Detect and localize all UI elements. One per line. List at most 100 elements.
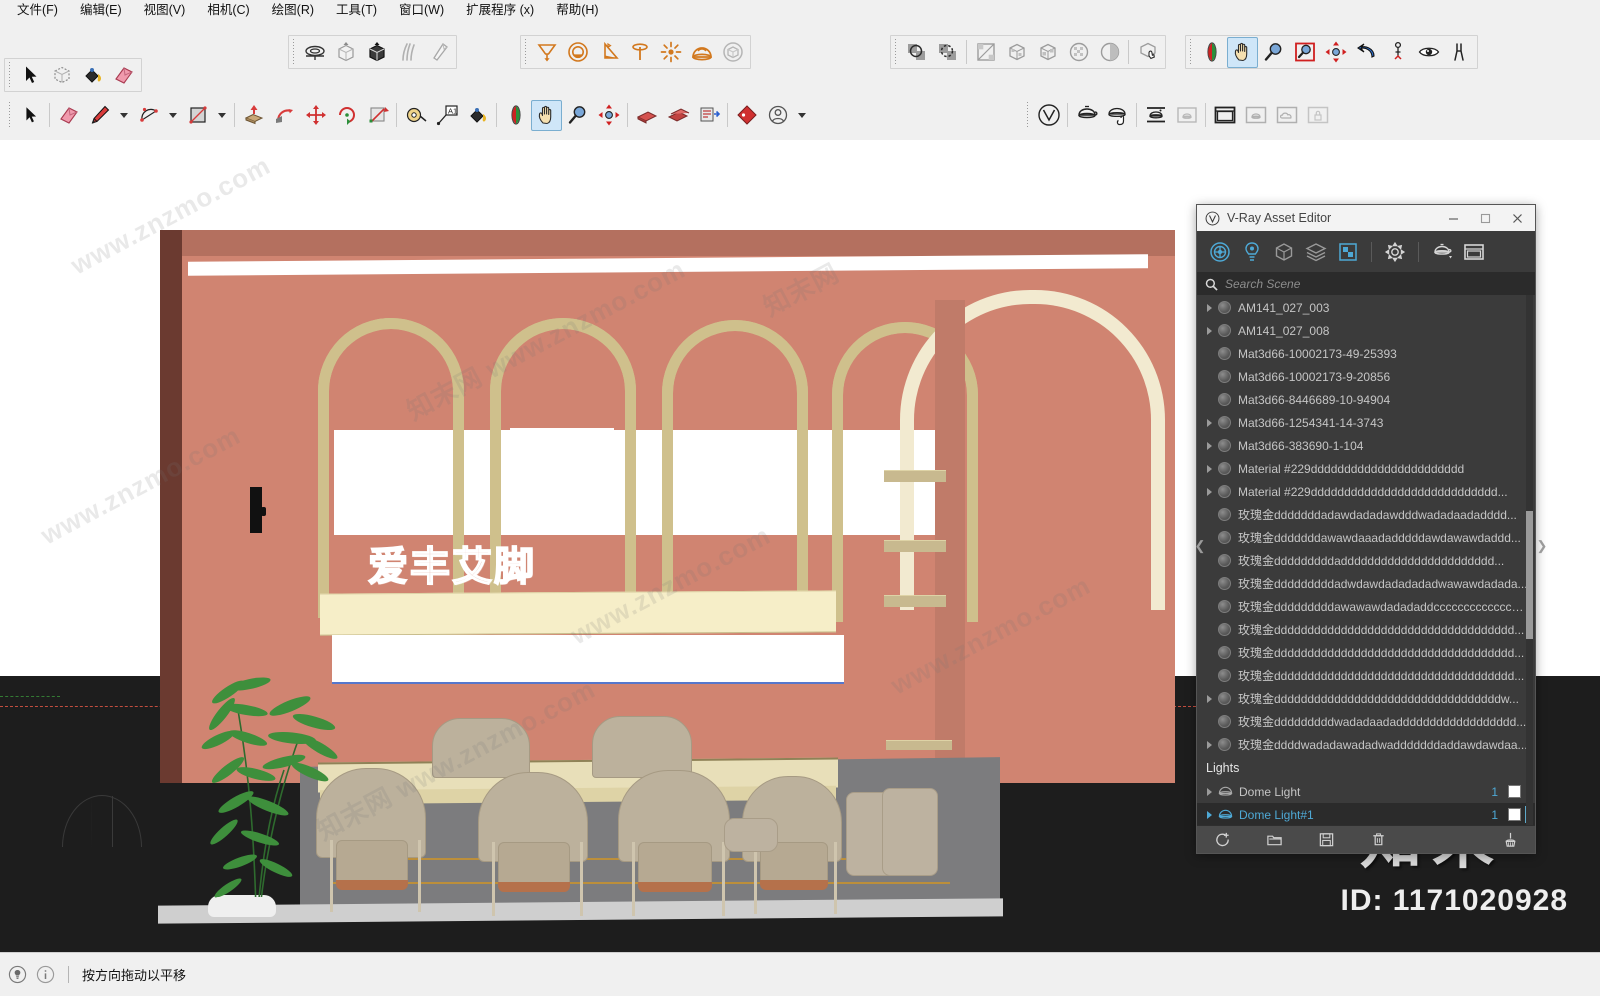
spot-light-icon[interactable] bbox=[593, 37, 624, 68]
account-dropdown[interactable] bbox=[793, 100, 811, 131]
paint-bucket-icon[interactable] bbox=[77, 60, 108, 91]
purge-assets-button[interactable] bbox=[1499, 829, 1521, 851]
light-row[interactable]: Dome Light 1 bbox=[1197, 780, 1535, 803]
vray-logo-icon[interactable] bbox=[1033, 100, 1064, 131]
render-icon[interactable] bbox=[1071, 100, 1102, 131]
add-asset-button[interactable] bbox=[1211, 829, 1233, 851]
list-item[interactable]: Material #229ddddddddddddddddddddddddddd… bbox=[1197, 480, 1535, 503]
render-elements-tab[interactable] bbox=[1333, 237, 1363, 267]
menu-camera[interactable]: 相机(C) bbox=[196, 0, 260, 20]
textures-tab[interactable] bbox=[1301, 237, 1331, 267]
menu-extensions[interactable]: 扩展程序 (x) bbox=[455, 0, 545, 20]
paint-bucket-icon[interactable] bbox=[462, 100, 493, 131]
light-color-swatch[interactable] bbox=[1508, 785, 1521, 798]
toolbar-grip[interactable] bbox=[1024, 102, 1031, 128]
delete-asset-button[interactable] bbox=[1367, 829, 1389, 851]
expand-toggle[interactable] bbox=[1203, 810, 1216, 819]
from-scratch-icon[interactable] bbox=[330, 37, 361, 68]
face-style-icon[interactable] bbox=[1132, 37, 1163, 68]
list-item[interactable]: Mat3d66-383690-1-104 bbox=[1197, 434, 1535, 457]
zoom-extents-icon[interactable] bbox=[593, 100, 624, 131]
zoom-icon[interactable] bbox=[1258, 37, 1289, 68]
walk-icon[interactable] bbox=[1444, 37, 1475, 68]
menu-draw[interactable]: 绘图(R) bbox=[261, 0, 325, 20]
render-last-icon[interactable] bbox=[1171, 100, 1202, 131]
search-bar[interactable] bbox=[1197, 273, 1535, 295]
tape-measure-icon[interactable] bbox=[400, 100, 431, 131]
list-item[interactable]: AM141_027_003 bbox=[1197, 296, 1535, 319]
open-asset-button[interactable] bbox=[1263, 829, 1285, 851]
make-component-icon[interactable] bbox=[46, 60, 77, 91]
list-item[interactable]: Mat3d66-8446689-10-94904 bbox=[1197, 388, 1535, 411]
asset-editor-titlebar[interactable]: V-Ray Asset Editor bbox=[1197, 205, 1535, 231]
wireframe-icon[interactable] bbox=[970, 37, 1001, 68]
search-input[interactable] bbox=[1225, 277, 1527, 291]
close-button[interactable] bbox=[1501, 206, 1533, 231]
section-plane-icon[interactable] bbox=[631, 100, 662, 131]
list-item[interactable]: 玫瑰金dddddddddawawawdadadaddcccccccccccccc… bbox=[1197, 595, 1535, 618]
text-icon[interactable]: A1 bbox=[431, 100, 462, 131]
orbit-icon[interactable] bbox=[500, 100, 531, 131]
rotate-icon[interactable] bbox=[331, 100, 362, 131]
menu-help[interactable]: 帮助(H) bbox=[545, 0, 609, 20]
smoove-icon[interactable] bbox=[361, 37, 392, 68]
eraser-icon[interactable] bbox=[53, 100, 84, 131]
expand-toggle[interactable] bbox=[1203, 487, 1216, 496]
pencil-dropdown[interactable] bbox=[115, 100, 133, 131]
list-item[interactable]: 玫瑰金dddddddddddddddddddddddddddddddddddd.… bbox=[1197, 664, 1535, 687]
settings-tab[interactable] bbox=[1380, 237, 1410, 267]
zoom-extents-icon[interactable] bbox=[1320, 37, 1351, 68]
zoom-icon[interactable] bbox=[562, 100, 593, 131]
frame-buffer-icon[interactable] bbox=[1209, 100, 1240, 131]
list-item[interactable]: Mat3d66-10002173-49-25393 bbox=[1197, 342, 1535, 365]
lock-icon[interactable] bbox=[1302, 100, 1333, 131]
info-circle-icon[interactable] bbox=[36, 965, 55, 984]
lights-tab[interactable] bbox=[1237, 237, 1267, 267]
move-icon[interactable] bbox=[300, 100, 331, 131]
menu-edit[interactable]: 编辑(E) bbox=[69, 0, 133, 20]
position-camera-icon[interactable] bbox=[1382, 37, 1413, 68]
maximize-button[interactable] bbox=[1469, 206, 1501, 231]
dome-light-icon[interactable] bbox=[686, 37, 717, 68]
expand-toggle[interactable] bbox=[1203, 740, 1216, 749]
back-edges-icon[interactable] bbox=[932, 37, 963, 68]
cloud-icon[interactable] bbox=[1271, 100, 1302, 131]
hidden-line-icon[interactable] bbox=[1001, 37, 1032, 68]
account-icon[interactable] bbox=[762, 100, 793, 131]
expand-toggle[interactable] bbox=[1203, 326, 1216, 335]
asset-editor-icon[interactable] bbox=[1240, 100, 1271, 131]
toolbar-grip[interactable] bbox=[290, 39, 297, 65]
select-icon[interactable] bbox=[15, 60, 46, 91]
list-item[interactable]: 玫瑰金dddddddddddddddddddddddddddddddddddd.… bbox=[1197, 618, 1535, 641]
list-item[interactable]: Mat3d66-10002173-9-20856 bbox=[1197, 365, 1535, 388]
from-contours-icon[interactable] bbox=[299, 37, 330, 68]
expand-toggle[interactable] bbox=[1203, 418, 1216, 427]
list-item[interactable]: 玫瑰金dddddddadawdadadawdddwadadaadadddd... bbox=[1197, 503, 1535, 526]
list-item[interactable]: 玫瑰金dddddddddaddddddddddddddddddddddd... bbox=[1197, 549, 1535, 572]
ies-light-icon[interactable] bbox=[624, 37, 655, 68]
toolbar-grip[interactable] bbox=[892, 39, 899, 65]
minimize-button[interactable] bbox=[1437, 206, 1469, 231]
list-item[interactable]: AM141_027_008 bbox=[1197, 319, 1535, 342]
toolbar-grip[interactable] bbox=[6, 102, 13, 128]
pan-icon[interactable] bbox=[531, 99, 562, 131]
stamp-icon[interactable] bbox=[392, 37, 423, 68]
rectangle-dropdown[interactable] bbox=[213, 100, 231, 131]
eraser-icon[interactable] bbox=[108, 60, 139, 91]
list-scrollbar-thumb[interactable] bbox=[1526, 511, 1533, 639]
list-item[interactable]: 玫瑰金dddddddddddddddddddddddddddddddddddd.… bbox=[1197, 641, 1535, 664]
zoom-window-icon[interactable] bbox=[1289, 37, 1320, 68]
expand-toggle[interactable] bbox=[1203, 441, 1216, 450]
geometry-tab[interactable] bbox=[1269, 237, 1299, 267]
light-color-swatch[interactable] bbox=[1508, 808, 1521, 821]
info-bulb-icon[interactable] bbox=[8, 965, 27, 984]
vray-asset-editor-window[interactable]: V-Ray Asset Editor Search Scene AM141_02… bbox=[1195, 204, 1547, 854]
sphere-light-icon[interactable] bbox=[562, 37, 593, 68]
rectangle-light-icon[interactable] bbox=[531, 37, 562, 68]
expand-toggle[interactable] bbox=[1203, 787, 1216, 796]
orbit-icon[interactable] bbox=[1196, 37, 1227, 68]
scale-icon[interactable] bbox=[362, 100, 393, 131]
select-icon[interactable] bbox=[15, 100, 46, 131]
list-item[interactable]: Mat3d66-1254341-14-3743 bbox=[1197, 411, 1535, 434]
light-row[interactable]: Dome Light#1 1 bbox=[1197, 803, 1535, 825]
